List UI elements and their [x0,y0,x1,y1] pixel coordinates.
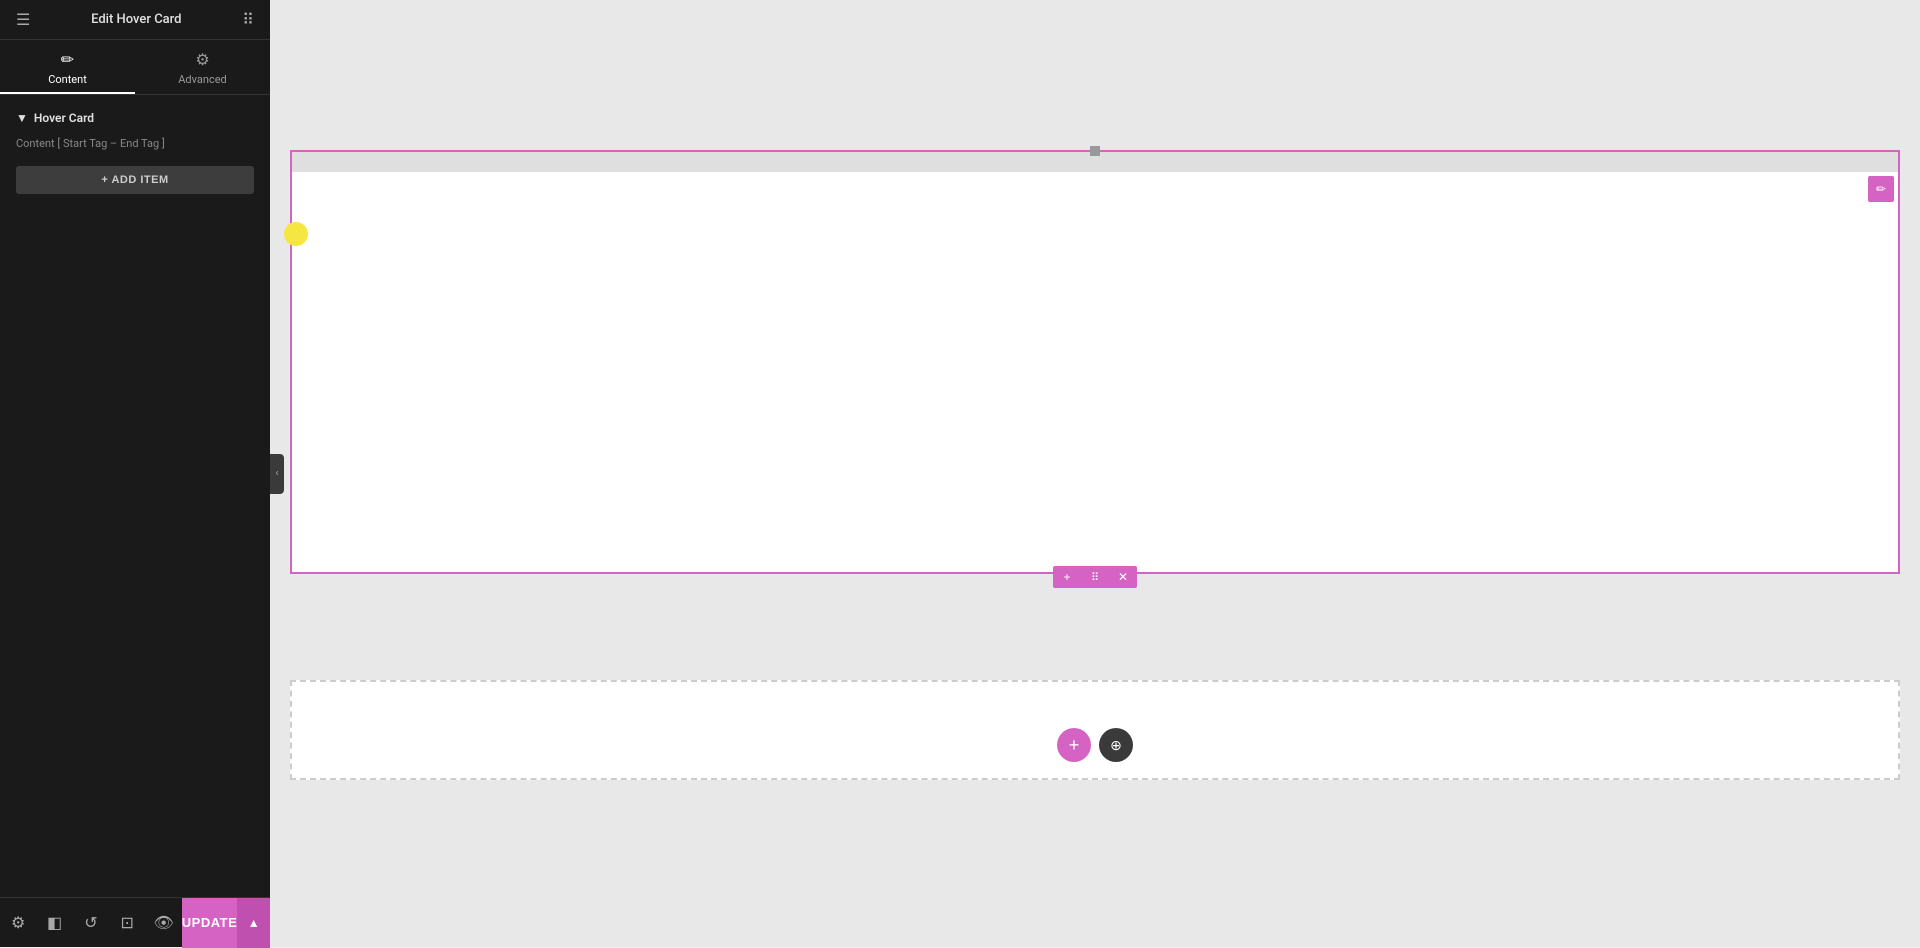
tabs-container: ✏ Content ⚙ Advanced [0,40,270,95]
sidebar-footer: ⚙ ◧ ↺ ⊡ 👁 UPDATE ▲ [0,897,270,947]
bottom-add-button[interactable]: + [1057,728,1091,762]
update-label: UPDATE [182,915,237,930]
hovercard-body: ✏ [292,172,1898,572]
tab-content[interactable]: ✏ Content [0,40,135,94]
main-canvas: + ⠿ ✕ ✏ + ⊕ [270,0,1920,947]
grid-icon[interactable]: ⠿ [242,10,254,29]
hamburger-icon[interactable]: ☰ [16,10,30,29]
sidebar-header: ☰ Edit Hover Card ⠿ [0,0,270,40]
advanced-tab-label: Advanced [178,73,226,86]
dashed-container: + ⊕ [290,680,1900,780]
bottom-dark-button[interactable]: ⊕ [1099,728,1133,762]
add-icon: + [1063,570,1070,584]
layers-footer-button[interactable]: ◧ [36,898,72,948]
pencil-icon: ✏ [1876,182,1886,196]
remove-icon: ✕ [1118,570,1128,584]
advanced-tab-icon: ⚙ [195,50,209,69]
add-item-button[interactable]: + ADD ITEM [16,166,254,194]
bottom-dashed-section: + ⊕ [270,680,1920,780]
hovercard-header-bar [292,152,1898,172]
settings-footer-button[interactable]: ⚙ [0,898,36,948]
sidebar-title: Edit Hover Card [91,12,181,27]
add-section-button[interactable]: + [1053,566,1081,588]
bottom-controls: + ⊕ [1049,720,1141,770]
cursor-indicator [284,222,308,246]
sidebar-content: ▼ Hover Card Content [ Start Tag – End T… [0,95,270,897]
add-item-label: + ADD ITEM [101,174,168,186]
eye-footer-button[interactable]: 👁 [145,898,181,948]
drag-controls: + ⠿ ✕ [1053,566,1137,588]
hovercard-selected: + ⠿ ✕ ✏ [290,150,1900,574]
chevron-up-icon: ▲ [248,916,260,930]
content-tab-label: Content [48,73,87,86]
remove-section-button[interactable]: ✕ [1109,566,1137,588]
collapse-handle[interactable]: ‹ [270,454,284,494]
responsive-footer-button[interactable]: ⊡ [109,898,145,948]
content-tag-row: Content [ Start Tag – End Tag ] [0,133,270,162]
resize-handle-top[interactable] [1090,146,1100,156]
tab-advanced[interactable]: ⚙ Advanced [135,40,270,94]
section-chevron: ▼ [16,111,28,125]
hovercard-wrapper: + ⠿ ✕ ✏ [270,150,1920,574]
drag-move-handle[interactable]: ⠿ [1081,566,1109,588]
update-button[interactable]: UPDATE [182,898,237,948]
edit-pencil-button[interactable]: ✏ [1868,176,1894,202]
section-label: Hover Card [34,111,94,125]
content-tag-text: Content [ Start Tag – End Tag ] [16,137,165,150]
content-tab-icon: ✏ [61,50,74,69]
chevron-up-button[interactable]: ▲ [237,898,270,948]
sidebar: ☰ Edit Hover Card ⠿ ✏ Content ⚙ Advanced… [0,0,270,947]
hover-card-section-header[interactable]: ▼ Hover Card [0,107,270,133]
history-footer-button[interactable]: ↺ [73,898,109,948]
move-icon: ⠿ [1091,571,1099,584]
